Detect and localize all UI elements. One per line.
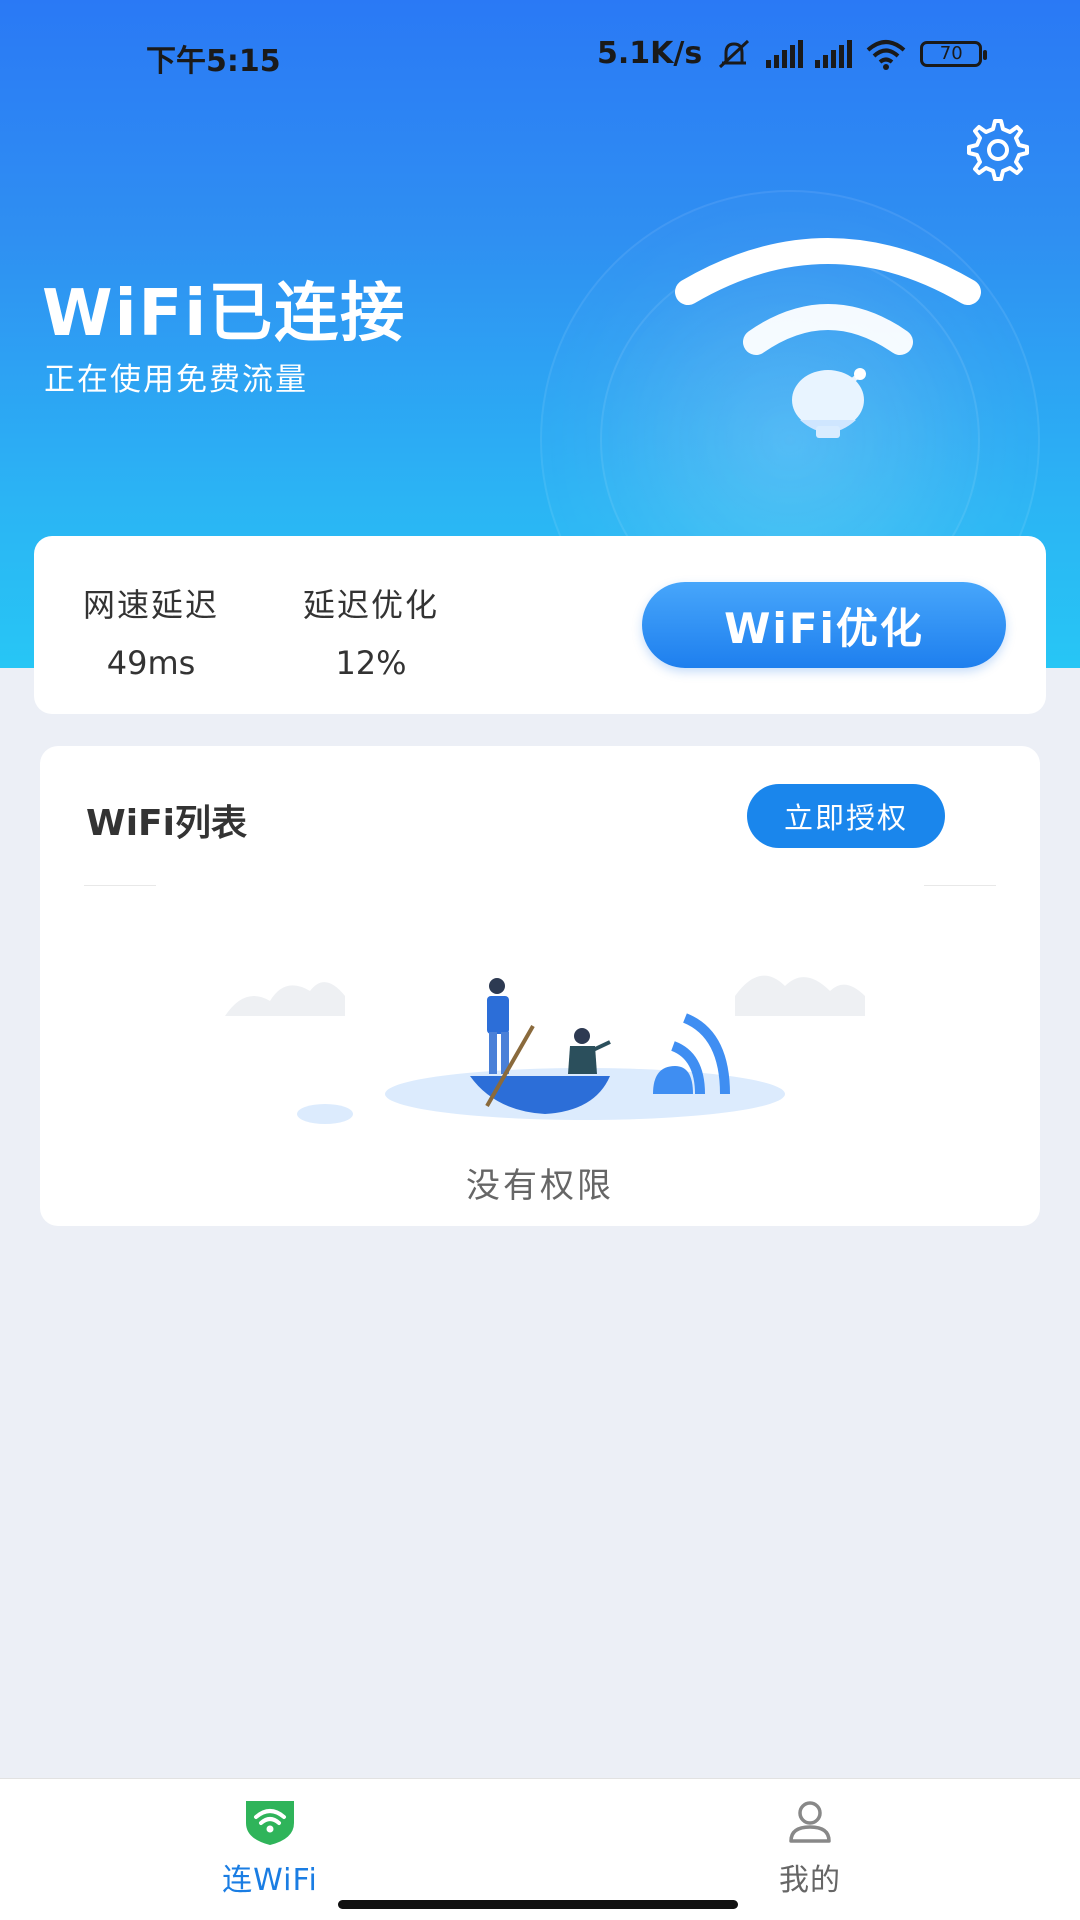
latency-stat: 网速延迟 49ms <box>76 580 226 682</box>
divider-right <box>924 885 996 886</box>
tab-mine-label: 我的 <box>779 1863 841 1898</box>
wifi-optimize-button[interactable]: WiFi优化 <box>642 582 1006 668</box>
divider-left <box>84 885 156 886</box>
optimization-value: 12% <box>335 644 407 682</box>
connection-status-subtitle: 正在使用免费流量 <box>44 362 308 398</box>
authorize-button[interactable]: 立即授权 <box>747 784 945 848</box>
connection-status-title: WiFi已连接 <box>42 277 407 351</box>
empty-state-text: 没有权限 <box>466 1166 614 1206</box>
latency-value: 49ms <box>106 644 196 682</box>
status-time: 下午5:15 <box>146 44 281 79</box>
mute-bell-icon <box>719 39 750 68</box>
signal-icon-2 <box>815 39 853 68</box>
status-bar: 下午5:15 5.1K/s 70 <box>0 0 1080 110</box>
optimization-stat: 延迟优化 12% <box>296 580 446 682</box>
tab-connect-wifi[interactable]: 连WiFi <box>170 1797 370 1899</box>
wifi-list-card: WiFi列表 立即授权 没有权限 <box>40 746 1040 1226</box>
net-speed: 5.1K/s <box>597 36 703 71</box>
latency-label: 网速延迟 <box>82 586 219 624</box>
wifi-status-icon <box>866 39 906 70</box>
status-icons: 5.1K/s 70 <box>597 36 988 71</box>
optimization-label: 延迟优化 <box>302 586 439 624</box>
battery-icon: 70 <box>920 40 988 67</box>
signal-icon-1 <box>766 39 804 68</box>
tab-connect-wifi-label: 连WiFi <box>222 1863 318 1898</box>
user-icon <box>789 1801 831 1843</box>
wifi-list-title: WiFi列表 <box>86 803 247 844</box>
wifi-satellite-illustration <box>675 238 981 438</box>
bottom-tab-bar: 连WiFi 我的 <box>0 1778 1080 1920</box>
empty-state-illustration <box>225 975 865 1124</box>
network-stats-card: 网速延迟 49ms 延迟优化 12% WiFi优化 <box>34 536 1046 714</box>
shield-wifi-icon <box>246 1801 294 1845</box>
home-indicator[interactable] <box>338 1900 738 1909</box>
settings-gear-icon[interactable] <box>960 115 1030 185</box>
tab-mine[interactable]: 我的 <box>710 1797 910 1899</box>
